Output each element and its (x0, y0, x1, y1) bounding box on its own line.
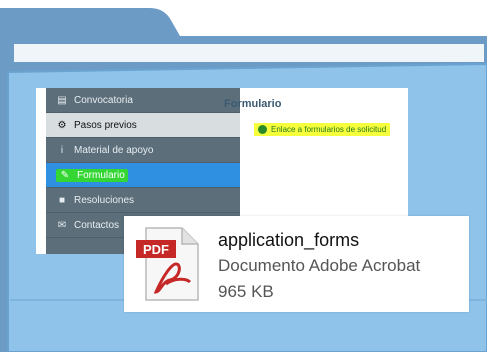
sidebar-item-label: Pasos previos (74, 119, 137, 131)
envelope-icon: ✉ (57, 219, 67, 231)
file-name: application_forms (218, 230, 360, 250)
sidebar-item-pasos-previos[interactable]: ⚙ Pasos previos (46, 113, 240, 138)
sidebar-item-formulario[interactable]: ✎ Formulario (46, 163, 240, 188)
sidebar-item-label: Contactos (74, 219, 120, 231)
sidebar-item-label: Formulario (77, 169, 125, 181)
sidebar-item-label: Resoluciones (74, 194, 135, 206)
gear-icon: ⚙ (57, 119, 67, 131)
file-size: 965 KB (218, 282, 274, 301)
file-info-card[interactable]: PDF application_forms Documento Adobe Ac… (124, 216, 469, 312)
globe-icon (258, 125, 267, 134)
forms-link[interactable]: Enlace a formularios de solicitud (254, 123, 391, 136)
sidebar-item-label: Convocatoria (74, 94, 133, 106)
sidebar-item-label: Material de apoyo (74, 144, 154, 156)
highlight: ✎ Formulario (56, 168, 128, 182)
forms-link-label: Enlace a formularios de solicitud (271, 125, 387, 134)
info-icon: i (60, 144, 64, 156)
document-icon: ▤ (57, 94, 67, 106)
pdf-file-icon: PDF (136, 227, 199, 301)
sidebar-item-resoluciones[interactable]: ■ Resoluciones (46, 188, 240, 213)
pdf-badge: PDF (143, 242, 169, 257)
lock-icon: ■ (58, 194, 66, 206)
page-title: Formulario (224, 98, 282, 110)
file-type: Documento Adobe Acrobat (218, 256, 421, 275)
pencil-icon: ✎ (60, 169, 70, 181)
sidebar-item-convocatoria[interactable]: ▤ Convocatoria (46, 88, 240, 113)
sidebar-item-material-de-apoyo[interactable]: i Material de apoyo (46, 138, 240, 163)
